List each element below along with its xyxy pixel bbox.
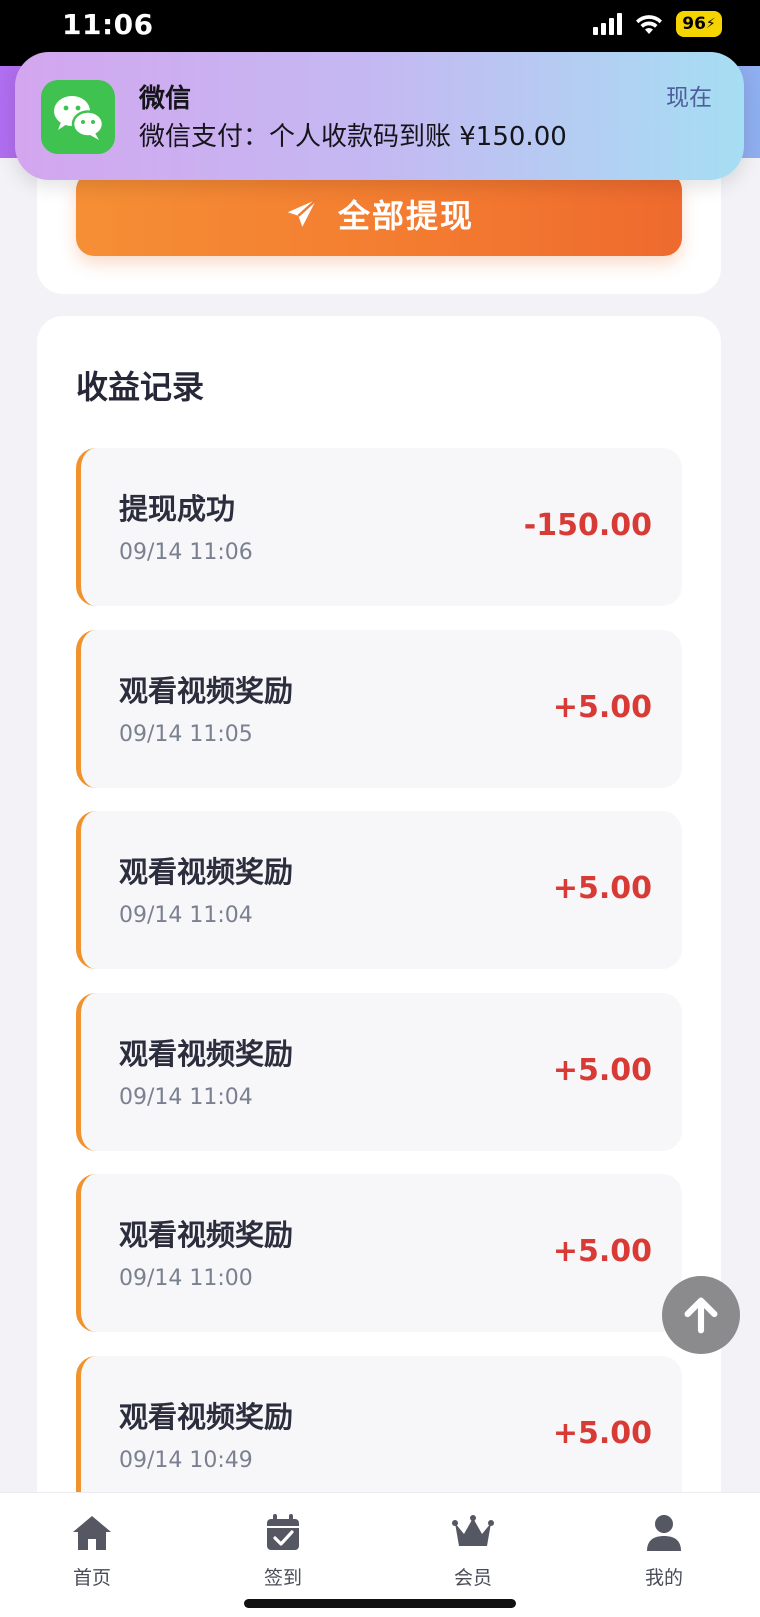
wechat-icon (41, 80, 115, 154)
tab-member-label: 会员 (453, 1567, 492, 1589)
calendar-check-icon (267, 1514, 299, 1550)
battery-icon: 96 ⚡ (676, 11, 722, 37)
record-item[interactable]: 观看视频奖励 09/14 10:49 +5.00 (76, 1356, 682, 1514)
notification-time: 现在 (666, 85, 712, 111)
record-amount: +5.00 (552, 871, 652, 906)
battery-level: 96 (682, 14, 706, 34)
user-icon (647, 1515, 681, 1551)
tab-checkin-label: 签到 (263, 1567, 302, 1589)
back-to-top-button[interactable] (662, 1276, 740, 1354)
record-amount: +5.00 (552, 1416, 652, 1451)
tab-member[interactable]: 会员 (413, 1513, 533, 1590)
tab-home-label: 首页 (72, 1567, 111, 1589)
tab-checkin[interactable]: 签到 (223, 1513, 343, 1590)
home-icon (73, 1516, 111, 1550)
arrow-up-icon (684, 1297, 718, 1334)
home-indicator (244, 1599, 516, 1608)
record-time: 09/14 11:05 (119, 722, 253, 747)
record-item[interactable]: 观看视频奖励 09/14 11:04 +5.00 (76, 811, 682, 969)
status-time: 11:06 (62, 8, 154, 41)
cellular-signal-icon (593, 13, 622, 35)
record-amount: +5.00 (552, 690, 652, 725)
record-title: 观看视频奖励 (119, 1037, 294, 1071)
status-icons: 96 ⚡ (593, 10, 722, 38)
record-amount: +5.00 (552, 1053, 652, 1088)
wifi-icon (636, 15, 662, 34)
tab-home[interactable]: 首页 (32, 1513, 152, 1590)
records-title: 收益记录 (76, 368, 205, 406)
record-title: 观看视频奖励 (119, 1400, 294, 1434)
tab-mine[interactable]: 我的 (604, 1513, 724, 1590)
record-item[interactable]: 观看视频奖励 09/14 11:04 +5.00 (76, 993, 682, 1151)
record-title: 提现成功 (119, 492, 236, 526)
record-title: 观看视频奖励 (119, 674, 294, 708)
tab-mine-label: 我的 (644, 1567, 683, 1589)
record-time: 09/14 11:04 (119, 903, 253, 928)
record-time: 09/14 11:04 (119, 1085, 253, 1110)
record-title: 观看视频奖励 (119, 1218, 294, 1252)
notification-app-name: 微信 (139, 84, 192, 114)
withdraw-all-label: 全部提现 (337, 197, 474, 235)
record-item[interactable]: 观看视频奖励 09/14 11:00 +5.00 (76, 1174, 682, 1332)
record-item[interactable]: 观看视频奖励 09/14 11:05 +5.00 (76, 630, 682, 788)
crown-icon (452, 1515, 494, 1546)
notification-message: 微信支付：个人收款码到账 ¥150.00 (139, 122, 567, 152)
paper-plane-icon (287, 198, 318, 227)
record-title: 观看视频奖励 (119, 855, 294, 889)
withdraw-all-button[interactable]: 全部提现 (76, 172, 682, 256)
record-item[interactable]: 提现成功 09/14 11:06 -150.00 (76, 448, 682, 606)
wechat-notification[interactable]: 微信 微信支付：个人收款码到账 ¥150.00 现在 (15, 52, 744, 180)
record-time: 09/14 11:06 (119, 540, 253, 565)
record-amount: -150.00 (523, 508, 652, 543)
record-time: 09/14 10:49 (119, 1448, 253, 1473)
record-amount: +5.00 (552, 1234, 652, 1269)
record-time: 09/14 11:00 (119, 1266, 253, 1291)
